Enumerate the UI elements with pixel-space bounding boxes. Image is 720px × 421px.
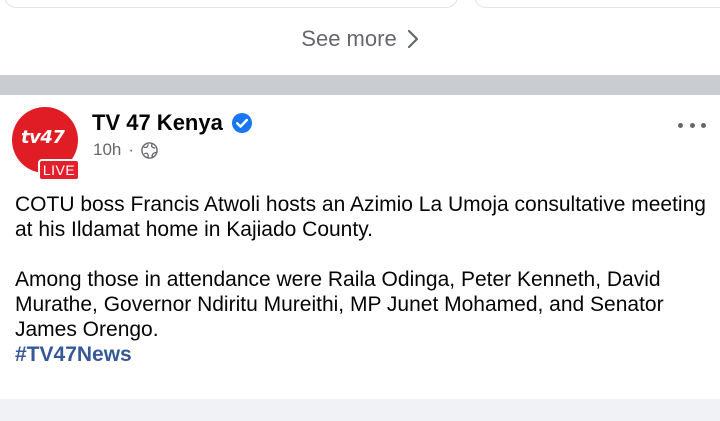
post-paragraph-2: Among those in attendance were Raila Odi… (15, 268, 664, 341)
see-more-label: See more (301, 26, 397, 51)
post-text: COTU boss Francis Atwoli hosts an Azimio… (15, 192, 710, 367)
avatar-logo-text: tv47 (21, 127, 65, 148)
feed-divider (0, 75, 720, 95)
post-header: TV 47 Kenya (92, 110, 253, 136)
post-footer-band (0, 399, 720, 421)
hashtag-link[interactable]: #TV47News (15, 343, 132, 366)
post-paragraph-1: COTU boss Francis Atwoli hosts an Azimio… (15, 193, 706, 241)
see-more-button[interactable]: See more (0, 22, 720, 56)
chevron-right-icon (407, 29, 419, 49)
post-time[interactable]: 10h (93, 140, 121, 160)
live-badge: LIVE (38, 159, 80, 181)
page-avatar[interactable]: tv47 LIVE (12, 107, 82, 181)
verified-badge-icon (231, 112, 253, 134)
more-dot (678, 122, 683, 128)
page-name-link[interactable]: TV 47 Kenya (92, 110, 223, 136)
more-dot (701, 122, 706, 128)
previous-card-right (474, 0, 720, 8)
more-dot (689, 122, 695, 128)
previous-card-left (4, 0, 458, 8)
meta-separator: · (128, 140, 135, 159)
globe-icon (141, 141, 158, 159)
more-options-icon[interactable] (678, 117, 706, 133)
post-meta: 10h · (93, 140, 158, 160)
post-card: tv47 LIVE TV 47 Kenya 10h · COTU boss Fr… (0, 95, 720, 399)
